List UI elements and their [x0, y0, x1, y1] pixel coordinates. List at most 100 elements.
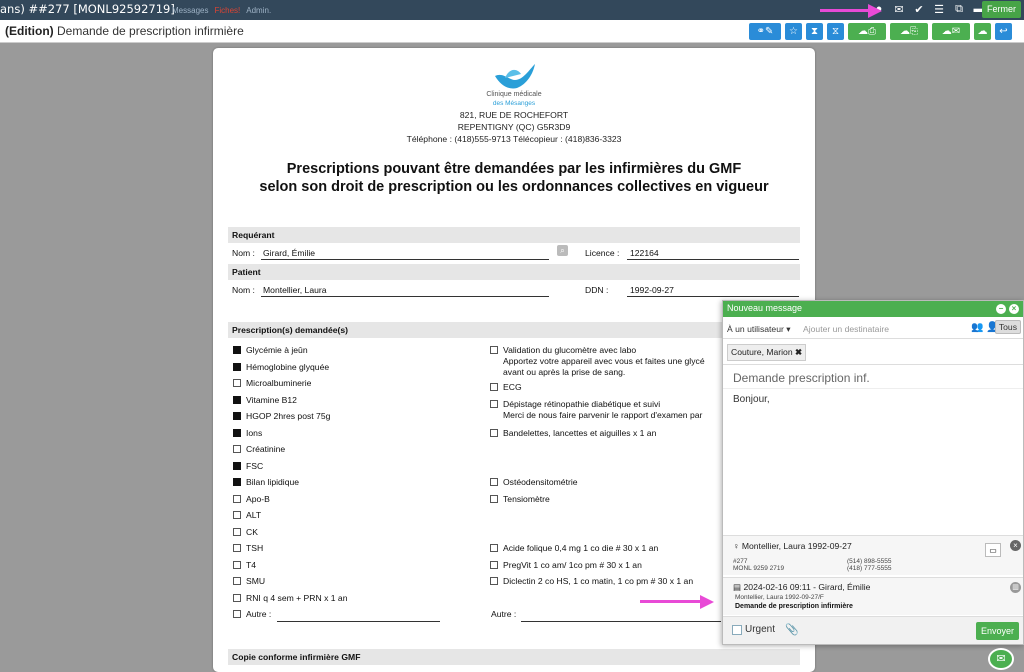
prescription-item[interactable]: Tensiomètre [490, 494, 550, 505]
trash-icon[interactable]: ▥ [1010, 582, 1021, 593]
prescription-item[interactable]: RNI q 4 sem + PRN x 1 an [233, 593, 348, 604]
back-button[interactable]: ↩ [995, 23, 1012, 40]
star-button[interactable]: ☆ [785, 23, 802, 40]
requerant-nom-field[interactable]: Girard, Émilie [263, 248, 315, 258]
edit-mode-label: (Edition) [5, 24, 54, 38]
check-circle-icon[interactable]: ✔ [912, 2, 926, 16]
section-copie: Copie conforme infirmière GMF [228, 649, 800, 665]
prescription-item[interactable]: Apo-B [233, 494, 270, 505]
minimize-icon[interactable]: − [996, 304, 1006, 314]
checkbox[interactable] [490, 346, 498, 354]
recipient-input[interactable]: Ajouter un destinataire [803, 324, 889, 334]
checkbox[interactable] [233, 528, 241, 536]
all-recipients-button[interactable]: Tous [994, 320, 1021, 334]
prescription-item[interactable]: Ostéodensitométrie [490, 477, 578, 488]
checkbox[interactable] [233, 429, 241, 437]
paperclip-icon[interactable]: 📎 [785, 623, 799, 636]
prescription-item[interactable]: T4 [233, 560, 256, 571]
ddn-field[interactable]: 1992-09-27 [630, 285, 674, 295]
message-body[interactable]: Bonjour, [733, 394, 770, 405]
send-button[interactable]: Envoyer [975, 622, 1019, 640]
patient-nom-field[interactable]: Montellier, Laura [263, 285, 327, 295]
prescription-item[interactable]: Autre : [233, 609, 271, 620]
checkbox[interactable] [490, 400, 498, 408]
checkbox[interactable] [233, 363, 241, 371]
attach-link-button[interactable]: ⚭✎ [749, 23, 781, 40]
mail-icon[interactable]: ✉ [892, 2, 906, 16]
checkbox[interactable] [233, 346, 241, 354]
urgent-label: Urgent [745, 624, 776, 635]
prescription-item[interactable]: Bandelettes, lancettes et aiguilles x 1 … [490, 428, 656, 439]
checkbox[interactable] [233, 594, 241, 602]
cloud-upload-button[interactable]: ☁ [974, 23, 991, 40]
folder-open-icon[interactable]: ▭ [985, 543, 1001, 557]
subject-field[interactable]: Demande prescription inf. [733, 371, 870, 385]
prescription-item[interactable]: Diclectin 2 co HS, 1 co matin, 1 co pm #… [490, 576, 693, 587]
prescription-item[interactable]: Acide folique 0,4 mg 1 co die # 30 x 1 a… [490, 543, 658, 554]
checkbox[interactable] [490, 561, 498, 569]
cloud-print-button[interactable]: ☁⎙ [848, 23, 886, 40]
checkbox[interactable] [233, 577, 241, 585]
checkbox[interactable] [233, 561, 241, 569]
checkbox[interactable] [490, 429, 498, 437]
faded-menu-item[interactable]: … [158, 6, 166, 15]
checkbox[interactable] [233, 511, 241, 519]
group-icon[interactable]: 👥 [971, 322, 983, 333]
faded-menu-item[interactable]: Admin. [246, 6, 271, 15]
urgent-checkbox[interactable] [732, 625, 742, 635]
remove-recipient-icon[interactable]: ✖ [795, 347, 802, 357]
prescription-item[interactable]: Validation du glucomètre avec labo Apport… [490, 345, 705, 378]
checkbox[interactable] [233, 412, 241, 420]
checkbox[interactable] [233, 396, 241, 404]
mail-fab-icon[interactable]: ✉ [988, 648, 1014, 670]
prescription-item[interactable]: PregVit 1 co am/ 1co pm # 30 x 1 an [490, 560, 642, 571]
remove-attachment-icon[interactable]: × [1010, 540, 1021, 551]
checkbox[interactable] [233, 478, 241, 486]
faded-menu-item[interactable]: Fiches! [214, 6, 240, 15]
checkbox[interactable] [233, 610, 241, 618]
prescription-item[interactable]: Créatinine [233, 444, 285, 455]
close-icon[interactable]: × [1009, 304, 1019, 314]
hourglass-button[interactable]: ⧗ [806, 23, 823, 40]
recipient-chip[interactable]: Couture, Marion ✖ [727, 344, 807, 361]
recipient-type-select[interactable]: À un utilisateur ▾ [727, 324, 791, 335]
prescription-item[interactable]: Microalbuminerie [233, 378, 311, 389]
checkbox[interactable] [233, 495, 241, 503]
checkbox[interactable] [490, 478, 498, 486]
prescription-item[interactable]: Glycémie à jeûn [233, 345, 308, 356]
checkbox[interactable] [490, 544, 498, 552]
cloud-send-button[interactable]: ☁✉ [932, 23, 970, 40]
checkbox[interactable] [233, 445, 241, 453]
checkbox[interactable] [490, 495, 498, 503]
licence-field[interactable]: 122164 [630, 248, 659, 258]
hourglass-alt-button[interactable]: ⧖ [827, 23, 844, 40]
external-link-icon[interactable]: ⧉ [952, 2, 966, 16]
checkbox[interactable] [233, 379, 241, 387]
prescription-item[interactable]: ALT [233, 510, 261, 521]
attachment-document[interactable]: ▤ 2024-02-16 09:11 - Girard, Émilie Mont… [723, 577, 1023, 615]
prescription-item[interactable]: Dépistage rétinopathie diabétique et sui… [490, 399, 702, 421]
new-message-panel: Nouveau message − × À un utilisateur ▾ A… [722, 300, 1024, 645]
prescription-item[interactable]: TSH [233, 543, 263, 554]
prescription-item-label: CK [246, 527, 258, 537]
checkbox[interactable] [490, 577, 498, 585]
prescription-item[interactable]: Hémoglobine glyquée [233, 362, 329, 373]
prescription-item[interactable]: HGOP 2hres post 75g [233, 411, 330, 422]
prescription-item[interactable]: CK [233, 527, 258, 538]
prescription-item[interactable]: Ions [233, 428, 262, 439]
cloud-fax-button[interactable]: ☁⎘ [890, 23, 928, 40]
sliders-icon[interactable]: ☰ [932, 2, 946, 16]
prescription-item-label: Bilan lipidique [246, 477, 300, 487]
search-icon[interactable]: ⌕ [557, 245, 568, 256]
prescription-item[interactable]: Bilan lipidique [233, 477, 299, 488]
prescription-item[interactable]: Vitamine B12 [233, 395, 297, 406]
prescription-item[interactable]: FSC [233, 461, 263, 472]
checkbox[interactable] [490, 383, 498, 391]
prescription-item[interactable]: ECG [490, 382, 522, 393]
checkbox[interactable] [233, 544, 241, 552]
close-button[interactable]: Fermer [982, 1, 1021, 18]
attachment-patient[interactable]: ♀ Montellier, Laura 1992-09-27 #277 MONL… [723, 535, 1023, 575]
prescription-item[interactable]: SMU [233, 576, 265, 587]
checkbox[interactable] [233, 462, 241, 470]
faded-menu-item[interactable]: Messages [172, 6, 208, 15]
